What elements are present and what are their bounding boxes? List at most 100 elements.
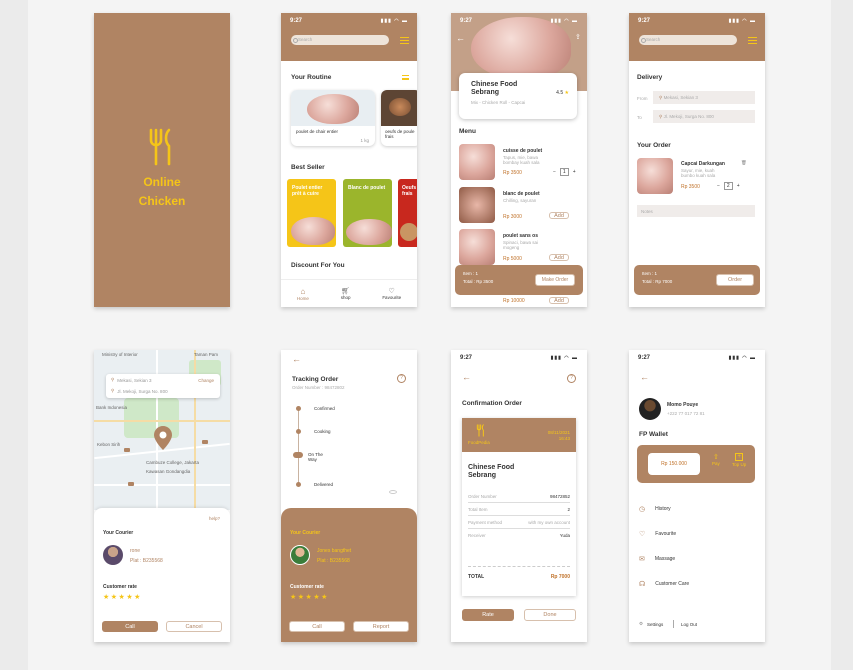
menu-history[interactable]: ◷ History bbox=[639, 505, 671, 513]
nav-shop[interactable]: 🛒︎ shop bbox=[341, 287, 351, 300]
minus-button[interactable]: − bbox=[553, 169, 556, 175]
routine-item-name: poulet de chair entier bbox=[296, 129, 339, 134]
confirmation-title: Confirmation Order bbox=[462, 400, 522, 407]
minus-button[interactable]: − bbox=[717, 183, 720, 189]
done-button[interactable]: Done bbox=[524, 609, 576, 621]
nav-home[interactable]: ⌂ Home bbox=[297, 287, 309, 301]
receipt: FoodPedia 08/11/2021 16:43 Chinese Food … bbox=[462, 418, 576, 596]
wallet-title: FP Wallet bbox=[639, 431, 668, 438]
splash-screen: Online Chicken bbox=[94, 13, 230, 307]
menu-icon[interactable] bbox=[400, 36, 409, 44]
rate-button[interactable]: Rate bbox=[462, 609, 514, 621]
best-seller-card[interactable]: Blanc de poulet bbox=[343, 179, 392, 247]
back-icon[interactable]: ← bbox=[292, 354, 301, 364]
call-button[interactable]: Call bbox=[102, 621, 158, 632]
plus-button[interactable]: + bbox=[737, 183, 740, 189]
add-button[interactable]: Add bbox=[549, 297, 569, 304]
design-canvas: Online Chicken 9:27 ▮▮▮ ◠ ▬ Search Your R… bbox=[28, 0, 831, 670]
logout-link[interactable]: Log Out bbox=[681, 622, 697, 627]
back-icon[interactable]: ← bbox=[462, 372, 471, 382]
total-label: TOTAL bbox=[468, 574, 485, 580]
search-input[interactable]: Search bbox=[291, 35, 389, 45]
report-button[interactable]: Report bbox=[353, 621, 409, 632]
list-icon[interactable] bbox=[402, 75, 409, 80]
change-link[interactable]: Change bbox=[198, 378, 214, 383]
routine-card[interactable]: poulet de chair entier 1 kg bbox=[291, 90, 375, 146]
headset-icon: ☊ bbox=[639, 581, 646, 588]
cart-icon: 🛒︎ bbox=[341, 288, 351, 295]
detail-screen: 9:27 ▮▮▮ ◠ ▬ ← ⇪ Chinese Food Sebrang 4.5… bbox=[451, 13, 587, 307]
trash-icon[interactable]: 🗑︎ bbox=[741, 160, 747, 166]
back-icon[interactable]: ← bbox=[456, 33, 465, 43]
wallet-card: Rp 150.000 ⇧ Pay + Top Up bbox=[637, 445, 755, 483]
tracking-title: Tracking Order bbox=[292, 376, 339, 383]
mail-icon: ✉ bbox=[639, 556, 645, 563]
routine-title: Your Routine bbox=[291, 74, 332, 81]
brand-name: FoodPedia bbox=[468, 440, 490, 445]
heart-icon: ♡ bbox=[388, 288, 395, 295]
plus-button[interactable]: + bbox=[573, 169, 576, 175]
rating-stars[interactable]: ★★★★★ bbox=[103, 593, 142, 601]
profile-screen: 9:27 ▮▮▮ ◠ ▬ ← Momo Pouye +222 77 017 72 … bbox=[629, 350, 765, 642]
help-icon[interactable]: ? bbox=[397, 374, 406, 383]
notes-input[interactable]: Notes bbox=[637, 205, 755, 217]
confirmation-screen: 9:27 ▮▮▮ ◠ ▬ ← ? Confirmation Order FoodP… bbox=[451, 350, 587, 642]
discount-title: Discount For You bbox=[291, 262, 345, 269]
cancel-button[interactable]: Cancel bbox=[166, 621, 222, 632]
upload-icon: ⇧ bbox=[712, 454, 719, 461]
plus-icon: + bbox=[735, 453, 744, 461]
restaurant-subtitle: Mix - Chicken Roll - Capcai bbox=[471, 100, 526, 105]
search-input[interactable]: Search bbox=[639, 35, 737, 45]
courier-panel: Your Courier Jones bangthet Plat : B2355… bbox=[281, 508, 417, 642]
rating-stars[interactable]: ★★★★★ bbox=[290, 593, 329, 601]
routine-item-name: oeufs de poule frais bbox=[385, 129, 415, 139]
home-screen: 9:27 ▮▮▮ ◠ ▬ Search Your Routine poulet d… bbox=[281, 13, 417, 307]
best-seller-card[interactable]: Oeufs frais bbox=[398, 179, 417, 247]
pay-button[interactable]: ⇧ Pay bbox=[712, 453, 720, 466]
qty-value: 1 bbox=[559, 168, 569, 176]
best-seller-card[interactable]: Poulet entier prêt à cuire bbox=[287, 179, 336, 247]
menu-icon[interactable] bbox=[748, 36, 757, 44]
order-button[interactable]: Order bbox=[716, 274, 754, 286]
add-button[interactable]: Add bbox=[549, 254, 569, 261]
menu-item[interactable]: blanc de poulet Chilling, sayuran Rp 300… bbox=[459, 187, 583, 225]
call-button[interactable]: Call bbox=[289, 621, 345, 632]
menu-favourite[interactable]: ♡ Favourite bbox=[639, 530, 676, 538]
menu-item[interactable]: poulet sans os Spinaci, bawa sai mogeng … bbox=[459, 229, 583, 267]
delivery-title: Delivery bbox=[637, 74, 663, 81]
menu-title: Menu bbox=[459, 128, 476, 135]
status-time: 9:27 bbox=[290, 18, 303, 24]
receipt-restaurant: Chinese Food Sebrang bbox=[468, 464, 515, 479]
add-button[interactable]: Add bbox=[549, 212, 569, 219]
home-icon: ⌂ bbox=[300, 286, 306, 296]
settings-link[interactable]: ⚙ Settings bbox=[639, 621, 663, 627]
restaurant-rating: 4.5 bbox=[556, 90, 564, 96]
menu-item[interactable]: cuisse de poulet Tapus, mie, bawa bombay… bbox=[459, 144, 583, 182]
courier-sheet: help? Your Courier rone Plat : B235568 C… bbox=[94, 508, 230, 642]
routine-card[interactable]: oeufs de poule frais bbox=[381, 90, 417, 146]
order-item: Capcai Darkungan Sayur, mie, kuah bumbo … bbox=[637, 158, 761, 194]
eggs-image bbox=[389, 98, 411, 116]
nav-favourite[interactable]: ♡ Favourite bbox=[382, 287, 401, 300]
bottom-nav: ⌂ Home 🛒︎ shop ♡ Favourite bbox=[281, 279, 417, 307]
help-icon[interactable]: ? bbox=[567, 374, 576, 383]
menu-item-image bbox=[459, 144, 495, 180]
make-order-button[interactable]: Make Order bbox=[535, 274, 575, 286]
help-link[interactable]: help? bbox=[209, 516, 220, 521]
to-field[interactable]: ⚲ Jl. Mekoji, Surga No. 800 bbox=[653, 110, 755, 123]
share-icon[interactable]: ⇪ bbox=[575, 33, 581, 41]
fork-knife-icon bbox=[147, 128, 177, 171]
topup-button[interactable]: + Top Up bbox=[732, 453, 746, 467]
back-icon[interactable]: ← bbox=[640, 372, 649, 382]
pin-icon: ⚲ bbox=[659, 114, 663, 119]
cart-bar: Item : 1 Total : Rp 3500 Make Order bbox=[455, 265, 583, 295]
profile-avatar bbox=[639, 398, 661, 420]
menu-customer-care[interactable]: ☊ Customer Care bbox=[639, 580, 689, 588]
from-field[interactable]: ⚲ Mekasi, Sekian 3 bbox=[653, 91, 755, 104]
clock-icon: ◷ bbox=[639, 506, 646, 513]
chicken-image bbox=[307, 94, 359, 124]
menu-item-image bbox=[459, 187, 495, 223]
menu-massage[interactable]: ✉ Massage bbox=[639, 555, 675, 563]
profile-name: Momo Pouye bbox=[667, 402, 699, 408]
map-screen: Ministry of Interior Taman Pam Bank Indo… bbox=[94, 350, 230, 642]
